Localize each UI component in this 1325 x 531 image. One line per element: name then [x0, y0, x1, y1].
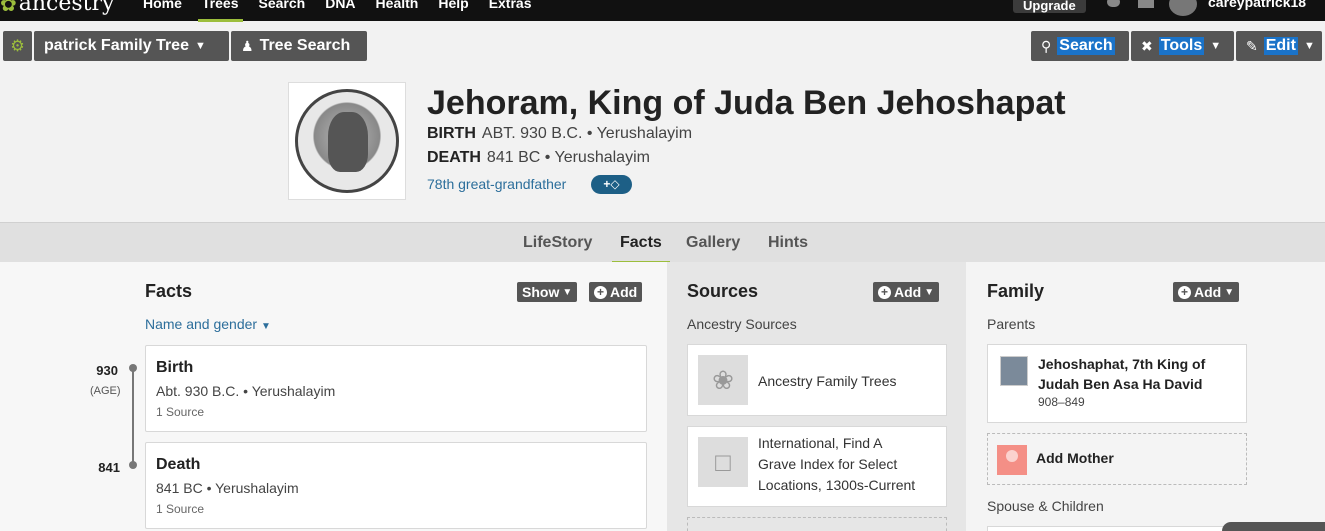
source-count[interactable]: 1 Source — [156, 405, 204, 419]
pencil-icon: ✎ — [1246, 37, 1258, 54]
tree-view-icon: ⚙ — [10, 38, 25, 55]
nav-trees[interactable]: Trees — [197, 0, 243, 22]
nav-home[interactable]: Home — [143, 0, 182, 11]
tools-icon: ✖ — [1141, 37, 1153, 54]
tree-toolbar: ⚙ patrick Family Tree ▼ ♟ Tree Search ⚲ … — [0, 21, 1325, 71]
father-avatar — [1000, 356, 1028, 386]
person-name: Jehoram, King of Juda Ben Jehoshapat — [427, 84, 1066, 122]
nav-help[interactable]: Help — [438, 0, 468, 11]
document-icon: □ — [698, 437, 748, 487]
profile-tabs: LifeStory Facts Gallery Hints — [0, 222, 1325, 264]
source-card[interactable]: ❀ Ancestry Family Trees — [687, 344, 947, 416]
chevron-down-icon: ▼ — [1303, 40, 1315, 52]
upgrade-button[interactable]: Upgrade — [1013, 0, 1086, 13]
nav-health[interactable]: Health — [376, 0, 419, 11]
source-card[interactable] — [687, 517, 947, 531]
death-summary: DEATH 841 BC • Yerushalayim — [427, 149, 650, 166]
nav-extras[interactable]: Extras — [489, 0, 532, 11]
chevron-down-icon: ▼ — [924, 286, 935, 298]
fact-year: 930 — [96, 363, 118, 378]
nav-search[interactable]: Search — [259, 0, 306, 11]
facts-title: Facts — [145, 281, 193, 301]
tools-dropdown[interactable]: ✖ Tools ▼ — [1131, 31, 1234, 61]
spouse-children-label: Spouse & Children — [987, 498, 1104, 514]
source-count[interactable]: 1 Source — [156, 502, 204, 516]
fact-year: 841 — [98, 460, 120, 475]
timeline-dot — [129, 364, 137, 372]
edit-dropdown[interactable]: ✎ Edit ▼ — [1236, 31, 1322, 61]
chevron-down-icon: ▼ — [562, 286, 573, 298]
nav-links: Home Trees Search DNA Health Help Extras — [143, 0, 552, 22]
tab-hints[interactable]: Hints — [768, 223, 808, 263]
add-family-button[interactable]: + Add ▼ — [1173, 282, 1240, 302]
sources-title: Sources — [687, 281, 759, 301]
show-button[interactable]: Show ▼ — [517, 282, 578, 302]
top-nav: ✿ ancestry Home Trees Search DNA Health … — [0, 0, 1325, 22]
tree-search-button[interactable]: ♟ Tree Search — [231, 31, 367, 61]
chevron-down-icon: ▼ — [1224, 286, 1235, 298]
female-person-icon — [997, 445, 1027, 475]
avatar[interactable] — [1169, 0, 1197, 16]
timeline-line — [132, 370, 134, 468]
leaf-icon: ❀ — [698, 355, 748, 405]
source-card[interactable]: □ International, Find A Grave Index for … — [687, 426, 947, 507]
search-button[interactable]: ⚲ Search — [1031, 31, 1129, 61]
ancestry-logo[interactable]: ✿ ancestry — [0, 0, 114, 16]
family-tree-dropdown[interactable]: patrick Family Tree ▼ — [34, 31, 229, 61]
ancestry-sources-label: Ancestry Sources — [687, 316, 797, 332]
chevron-down-icon: ▼ — [1210, 40, 1222, 52]
feedback-button[interactable] — [1222, 522, 1325, 531]
person-portrait[interactable] — [288, 82, 406, 200]
search-icon: ⚲ — [1041, 37, 1052, 54]
name-gender-link[interactable]: Name and gender ▼ — [145, 316, 271, 332]
coin-portrait-icon — [295, 89, 399, 193]
fact-card-birth[interactable]: Birth Abt. 930 B.C. • Yerushalayim 1 Sou… — [145, 345, 647, 432]
leaf-icon: ✿ — [0, 0, 17, 16]
tab-gallery[interactable]: Gallery — [686, 223, 740, 263]
parents-label: Parents — [987, 316, 1036, 332]
nav-dna[interactable]: DNA — [325, 0, 355, 11]
fact-age: (AGE) — [90, 385, 121, 397]
tab-lifestory[interactable]: LifeStory — [523, 223, 592, 263]
spouse-card[interactable] — [987, 526, 1247, 531]
fact-card-death[interactable]: Death 841 BC • Yerushalayim 1 Source — [145, 442, 647, 529]
plus-icon: + — [594, 285, 607, 299]
mail-icon[interactable] — [1138, 0, 1154, 9]
father-card[interactable]: Jehoshaphat, 7th King of Judah Ben Asa H… — [987, 344, 1247, 423]
chat-icon[interactable] — [1106, 0, 1122, 9]
chevron-down-icon: ▼ — [194, 40, 206, 52]
chevron-down-icon: ▼ — [260, 321, 271, 332]
username[interactable]: careypatrick18 — [1208, 0, 1306, 10]
plus-icon: + — [1178, 285, 1191, 299]
add-source-button[interactable]: + Add ▼ — [873, 282, 940, 302]
add-fact-button[interactable]: + Add — [589, 282, 643, 302]
relationship-link[interactable]: 78th great-grandfather — [427, 176, 566, 192]
person-search-icon: ♟ — [241, 37, 254, 54]
add-tag-button[interactable]: +◇ — [591, 175, 632, 194]
timeline-dot — [129, 461, 137, 469]
add-mother-button[interactable]: Add Mother — [987, 433, 1247, 485]
birth-summary: BIRTH ABT. 930 B.C. • Yerushalayim — [427, 125, 693, 142]
family-title: Family — [987, 281, 1045, 301]
tree-view-button[interactable]: ⚙ — [3, 31, 32, 61]
plus-icon: + — [878, 285, 891, 299]
tab-facts[interactable]: Facts — [612, 223, 670, 264]
